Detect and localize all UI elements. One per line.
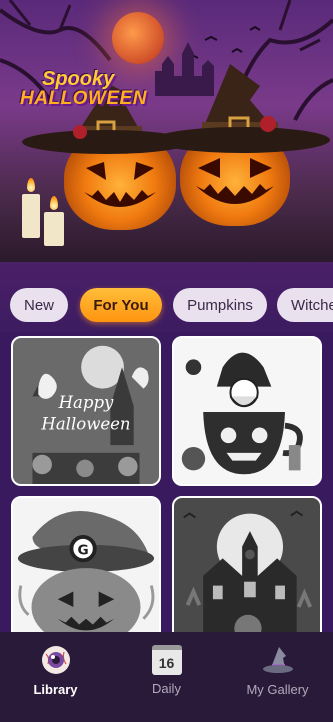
calendar-icon: 16 (151, 645, 182, 675)
nav-library[interactable]: Library (0, 644, 111, 706)
witch-hat-pumpkin-artwork: G (13, 498, 159, 632)
chip-label: Witches (291, 296, 333, 314)
category-chip-witches[interactable]: Witches (277, 288, 333, 322)
nav-label: Library (33, 682, 78, 697)
nav-label: Daily (152, 681, 181, 696)
bottom-nav[interactable]: Library 16 Daily My Gallery (0, 632, 333, 722)
gnome-cup-artwork (174, 338, 320, 484)
category-chip-for-you[interactable]: For You (80, 288, 162, 322)
category-bar[interactable]: New For You Pumpkins Witches (0, 262, 333, 332)
coloring-card[interactable]: G (11, 496, 161, 632)
category-chip-pumpkins[interactable]: Pumpkins (173, 288, 267, 322)
hero-banner[interactable]: Spooky HALLOWEEN (0, 0, 333, 262)
calendar-day: 16 (158, 654, 175, 671)
candle-right (44, 212, 64, 246)
witch-hat-icon (262, 647, 293, 673)
nav-my-gallery[interactable]: My Gallery (222, 644, 333, 706)
coloring-grid[interactable]: Happy Halloween G (0, 332, 333, 632)
spooky-halloween-logo: Spooky HALLOWEEN (20, 68, 146, 116)
nav-label: My Gallery (246, 682, 309, 697)
haunted-house-artwork (174, 498, 320, 632)
witch-hat-right (154, 64, 330, 153)
happy-halloween-artwork: Happy Halloween (13, 338, 159, 484)
coloring-card[interactable] (172, 496, 322, 632)
chip-label: New (23, 296, 54, 314)
candle-left (22, 194, 40, 238)
nav-daily[interactable]: 16 Daily (111, 644, 222, 706)
coloring-card[interactable] (172, 336, 322, 486)
chip-label: For You (93, 296, 149, 314)
card-title: Happy (58, 393, 114, 412)
eyeball-icon (41, 646, 70, 674)
candle-flame (50, 196, 58, 210)
svg-text:G: G (77, 542, 88, 558)
card-subtitle: Halloween (40, 414, 130, 433)
candle-flame (27, 178, 35, 192)
chip-label: Pumpkins (187, 296, 253, 314)
logo-line2: HALLOWEEN (20, 88, 147, 109)
coloring-card[interactable]: Happy Halloween (11, 336, 161, 486)
category-chip-new[interactable]: New (10, 288, 68, 322)
